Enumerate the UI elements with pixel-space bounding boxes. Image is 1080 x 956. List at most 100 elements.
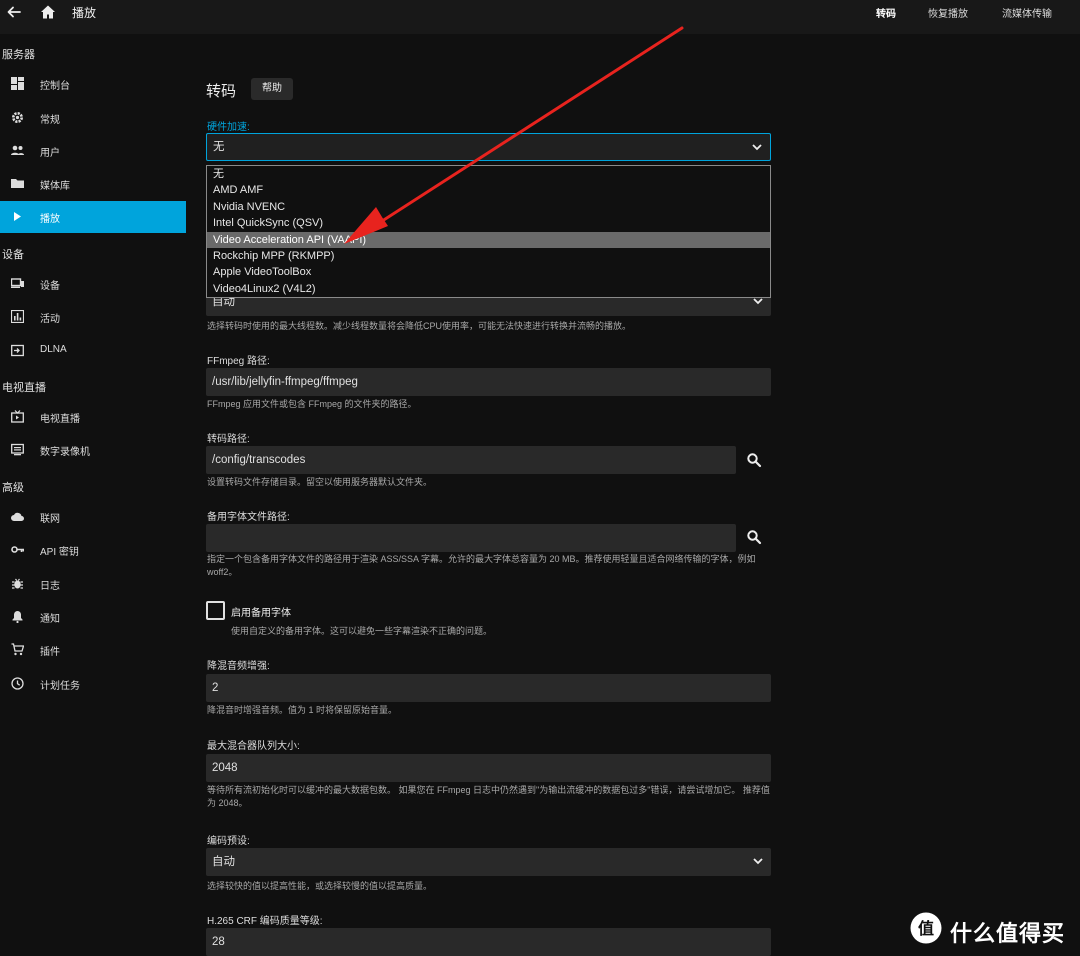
sidebar-item-users[interactable]: 用户 <box>0 135 186 167</box>
svg-text:值: 值 <box>918 919 934 938</box>
tab-streaming[interactable]: 流媒体传输 <box>1002 5 1052 20</box>
sidebar-item-label: 插件 <box>40 647 60 658</box>
hw-accel-value: 无 <box>213 141 225 153</box>
sidebar-item-scheduled-tasks[interactable]: 计划任务 <box>0 668 186 700</box>
sidebar-item-label: 播放 <box>40 214 60 225</box>
enable-fallback-font-description: 使用自定义的备用字体。这可以避免一些字幕渲染不正确的问题。 <box>231 626 493 636</box>
sidebar-item-logs[interactable]: 日志 <box>0 568 186 600</box>
encoder-preset-label: 编码预设: <box>207 836 250 847</box>
enable-fallback-font-label[interactable]: 启用备用字体 <box>231 604 291 619</box>
sidebar-item-general[interactable]: 常规 <box>0 102 186 134</box>
search-icon[interactable] <box>740 523 768 551</box>
sidebar-item-label: 媒体库 <box>40 181 70 192</box>
max-muxing-queue-input[interactable]: 2048 <box>206 754 771 782</box>
downmix-boost-label: 降混音频增强: <box>207 661 270 672</box>
hw-accel-label: 硬件加速: <box>207 122 250 133</box>
sidebar-item-label: 用户 <box>40 148 60 159</box>
sidebar-item-libraries[interactable]: 媒体库 <box>0 168 186 200</box>
ffmpeg-path-input[interactable]: /usr/lib/jellyfin-ffmpeg/ffmpeg <box>206 368 771 396</box>
hw-accel-option-none[interactable]: 无 <box>207 166 770 182</box>
tab-resume[interactable]: 恢复播放 <box>928 5 968 20</box>
sidebar-item-dashboard[interactable]: 控制台 <box>0 68 186 100</box>
activity-icon <box>11 310 24 323</box>
sidebar-item-devices[interactable]: 设备 <box>0 268 186 300</box>
tab-transcoding[interactable]: 转码 <box>876 5 896 20</box>
sidebar-section-devices: 设备 <box>2 249 24 261</box>
sidebar-item-networking[interactable]: 联网 <box>0 501 186 533</box>
sidebar: 服务器 控制台 常规 用户 媒体库 播放 设备 设备 活动 DLNA 电视直播 … <box>0 34 186 956</box>
sidebar-item-api-keys[interactable]: API 密钥 <box>0 534 186 566</box>
clock-icon <box>11 677 24 690</box>
gear-icon <box>12 112 23 123</box>
sidebar-item-label: 通知 <box>40 614 60 625</box>
fallback-font-path-label: 备用字体文件路径: <box>207 512 290 523</box>
bell-icon <box>12 611 23 623</box>
users-icon <box>11 145 24 155</box>
ffmpeg-path-description: FFmpeg 应用文件或包含 FFmpeg 的文件夹的路径。 <box>207 399 417 409</box>
ffmpeg-path-label: FFmpeg 路径: <box>207 356 270 367</box>
input-icon <box>11 344 24 357</box>
max-muxing-queue-description: 等待所有流初始化时可以缓冲的最大数据包数。 如果您在 FFmpeg 日志中仍然遇… <box>207 785 770 808</box>
dvr-icon <box>11 443 24 456</box>
sidebar-item-label: 控制台 <box>40 81 70 92</box>
hw-accel-option-nvenc[interactable]: Nvidia NVENC <box>207 199 770 215</box>
sidebar-item-label: 设备 <box>40 281 60 292</box>
h265-crf-input[interactable]: 28 <box>206 928 771 956</box>
sidebar-section-server: 服务器 <box>2 49 35 61</box>
hw-accel-option-amf[interactable]: AMD AMF <box>207 182 770 198</box>
hw-accel-option-videotoolbox[interactable]: Apple VideoToolBox <box>207 264 770 280</box>
hw-accel-option-vaapi[interactable]: Video Acceleration API (VAAPI) <box>207 231 770 248</box>
sidebar-item-label: 日志 <box>40 581 60 592</box>
sidebar-item-playback[interactable]: 播放 <box>0 201 186 233</box>
chevron-down-icon <box>753 298 763 305</box>
hw-accel-option-qsv[interactable]: Intel QuickSync (QSV) <box>207 215 770 231</box>
main-content: 转码 帮助 硬件加速: 无 自动 选择转码时使用的最大线程数。减少线程数量将会降… <box>186 34 1080 956</box>
search-icon[interactable] <box>740 446 768 474</box>
downmix-boost-description: 降混音时增强音频。值为 1 时将保留原始音量。 <box>207 705 398 715</box>
devices-icon <box>11 278 24 288</box>
chevron-down-icon <box>752 144 762 151</box>
watermark-text: 什么值得买 <box>950 921 1066 946</box>
hw-accel-option-rkmpp[interactable]: Rockchip MPP (RKMPP) <box>207 248 770 264</box>
hw-accel-options-list: 无 AMD AMF Nvidia NVENC Intel QuickSync (… <box>206 165 771 298</box>
sidebar-item-notifications[interactable]: 通知 <box>0 601 186 633</box>
watermark: 值 什么值得买 <box>910 912 1080 946</box>
encoder-preset-value: 自动 <box>212 856 235 868</box>
sidebar-item-dlna[interactable]: DLNA <box>0 335 186 367</box>
sidebar-item-live-tv[interactable]: 电视直播 <box>0 401 186 433</box>
h265-crf-label: H.265 CRF 编码质量等级: <box>207 916 323 927</box>
smzdm-logo-icon: 值 <box>910 912 942 944</box>
back-arrow-icon[interactable] <box>6 4 22 20</box>
sidebar-item-activity[interactable]: 活动 <box>0 301 186 333</box>
hw-accel-option-v4l2[interactable]: Video4Linux2 (V4L2) <box>207 281 770 297</box>
transcode-path-input[interactable]: /config/transcodes <box>206 446 736 474</box>
sidebar-section-advanced: 高级 <box>2 482 24 494</box>
help-button[interactable]: 帮助 <box>251 78 293 100</box>
downmix-boost-input[interactable]: 2 <box>206 674 771 702</box>
enable-fallback-font-checkbox[interactable] <box>206 601 225 620</box>
chevron-down-icon <box>753 858 763 865</box>
sidebar-item-label: 常规 <box>40 115 60 126</box>
sidebar-item-label: DLNA <box>40 344 67 355</box>
sidebar-section-livetv: 电视直播 <box>2 382 46 394</box>
cart-icon <box>11 643 24 656</box>
sidebar-item-label: 电视直播 <box>40 414 80 425</box>
sidebar-item-label: 数字录像机 <box>40 447 90 458</box>
key-icon <box>11 546 24 553</box>
encoder-preset-description: 选择较快的值以提高性能，或选择较慢的值以提高质量。 <box>207 881 433 891</box>
cloud-icon <box>11 512 24 521</box>
encoder-preset-select[interactable]: 自动 <box>206 848 771 876</box>
hw-accel-select[interactable]: 无 <box>206 133 771 161</box>
fallback-font-path-input[interactable] <box>206 524 736 552</box>
transcode-path-description: 设置转码文件存储目录。留空以使用服务器默认文件夹。 <box>207 477 433 487</box>
fallback-font-path-description: 指定一个包含备用字体文件的路径用于渲染 ASS/SSA 字幕。允许的最大字体总容… <box>207 554 756 577</box>
top-bar: 播放 转码 恢复播放 流媒体传输 <box>0 0 1080 34</box>
sidebar-item-plugins[interactable]: 插件 <box>0 634 186 666</box>
sidebar-item-label: API 密钥 <box>40 547 79 558</box>
max-muxing-queue-label: 最大混合器队列大小: <box>207 741 300 752</box>
thread-count-description: 选择转码时使用的最大线程数。减少线程数量将会降低CPU使用率，可能无法快速进行转… <box>207 321 632 331</box>
home-icon[interactable] <box>40 4 56 20</box>
page-title: 播放 <box>72 6 97 20</box>
sidebar-item-label: 计划任务 <box>40 681 80 692</box>
sidebar-item-dvr[interactable]: 数字录像机 <box>0 434 186 466</box>
